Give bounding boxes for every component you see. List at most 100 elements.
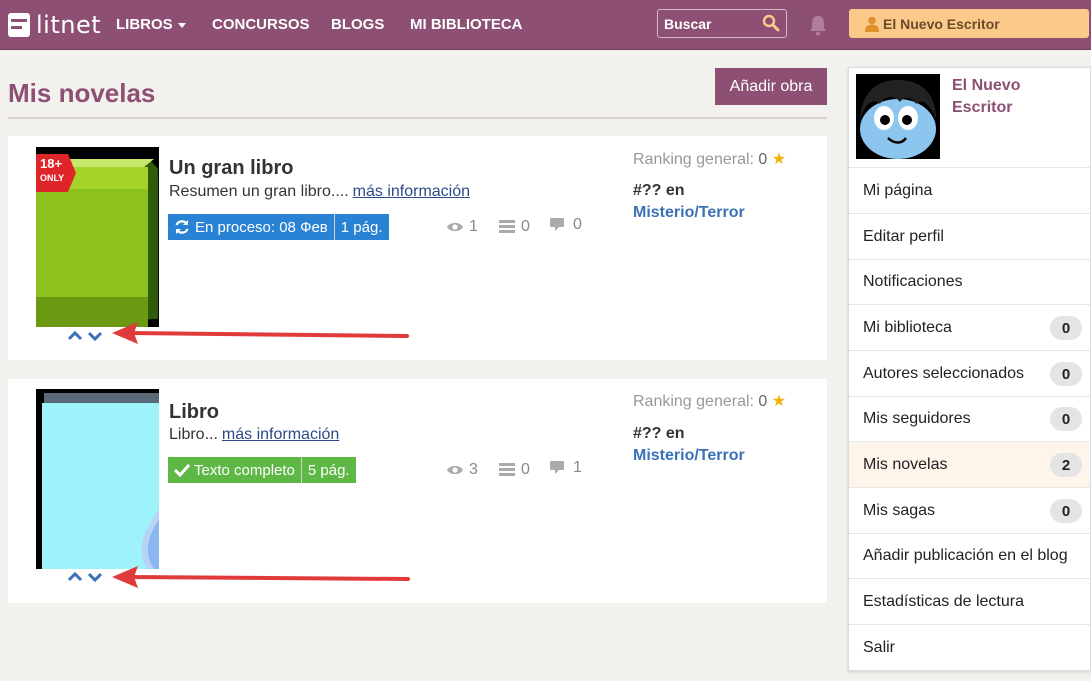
sidebar-item-editar-perfil[interactable]: Editar perfil — [849, 214, 1090, 260]
page-title: Mis novelas — [8, 78, 156, 108]
status-badge: En proceso: 08 Фев 1 pág. — [168, 214, 389, 240]
count-badge: 2 — [1050, 453, 1082, 477]
move-up-icon[interactable] — [68, 572, 82, 582]
sidebar-item-estadisticas[interactable]: Estadísticas de lectura — [849, 579, 1090, 625]
sidebar-item-mis-novelas[interactable]: Mis novelas 2 — [849, 442, 1090, 488]
age-badge-top: 18+ — [40, 156, 63, 171]
ranking-value: 0 — [758, 393, 768, 410]
sidebar-item-label: Mi página — [863, 181, 933, 199]
search-icon[interactable] — [762, 14, 780, 32]
search-input[interactable] — [658, 10, 758, 37]
comment-icon — [550, 461, 564, 474]
page-count: 5 pág. — [301, 457, 356, 483]
logo-text: litnet — [36, 11, 102, 39]
sidebar-item-label: Salir — [863, 639, 896, 656]
logo[interactable]: litnet — [8, 10, 101, 40]
views-count: 1 — [469, 218, 478, 235]
views-count: 3 — [469, 461, 478, 478]
move-down-icon[interactable] — [88, 331, 102, 341]
top-navbar: litnet LIBROS CONCURSOS BLOGS MI BIBLIOT… — [0, 0, 1091, 50]
book-summary: Libro... más información — [169, 426, 339, 444]
ranking: Ranking general: 0 ★ — [633, 391, 786, 411]
check-icon — [174, 463, 190, 477]
sidebar-item-label: Autores seleccionados — [863, 364, 1024, 382]
bell-icon[interactable] — [808, 14, 828, 36]
sidebar-item-label: Mis novelas — [863, 455, 948, 473]
star-icon: ★ — [771, 393, 787, 410]
user-sidebar: El Nuevo Escritor Mi página Editar perfi… — [848, 67, 1091, 671]
reorder-controls — [68, 572, 102, 582]
logo-icon — [8, 13, 30, 37]
nav-blogs[interactable]: BLOGS — [331, 16, 384, 33]
refresh-icon — [175, 220, 189, 234]
user-icon — [865, 16, 879, 32]
sidebar-item-label: Mis seguidores — [863, 409, 971, 427]
sidebar-item-label: Estadísticas de lectura — [863, 592, 1024, 610]
genre-link[interactable]: Misterio/Terror — [633, 204, 745, 222]
library-stat: 0 — [498, 461, 530, 479]
views-stat: 1 — [446, 218, 478, 236]
status-label: En proceso: 08 Фев — [168, 214, 334, 240]
move-down-icon[interactable] — [88, 572, 102, 582]
library-icon — [499, 220, 515, 233]
sidebar-item-label: Editar perfil — [863, 227, 944, 245]
status-label: Texto completo — [168, 457, 301, 483]
sidebar-item-salir[interactable]: Salir — [849, 625, 1090, 671]
sidebar-item-autores-seleccionados[interactable]: Autores seleccionados 0 — [849, 351, 1090, 397]
genre-position: #?? en — [633, 425, 685, 442]
status-badge: Texto completo 5 pág. — [168, 457, 356, 483]
book-summary: Resumen un gran libro.... más información — [169, 183, 470, 201]
ranking-value: 0 — [758, 151, 768, 168]
chevron-down-icon — [177, 22, 186, 28]
eye-icon — [447, 222, 463, 232]
status-text: En proceso: 08 Фев — [195, 218, 328, 236]
add-work-button[interactable]: Añadir obra — [715, 68, 827, 105]
book-title[interactable]: Libro — [169, 401, 219, 424]
more-info-link[interactable]: más información — [222, 426, 339, 443]
library-icon — [499, 463, 515, 476]
search-box — [657, 9, 787, 38]
book-card: Libro Libro... más información Texto comp… — [8, 379, 827, 603]
star-icon: ★ — [771, 151, 787, 168]
sidebar-item-label: Mi biblioteca — [863, 318, 952, 336]
status-text: Texto completo — [194, 461, 295, 479]
nav-libros[interactable]: LIBROS — [116, 16, 186, 33]
count-badge: 0 — [1050, 316, 1082, 340]
library-count: 0 — [521, 218, 530, 235]
book-cover[interactable] — [36, 389, 159, 569]
book-cover[interactable]: 18+ ONLY — [36, 147, 159, 327]
page-count: 1 pág. — [334, 214, 389, 240]
more-info-link[interactable]: más información — [353, 183, 470, 200]
eye-icon — [447, 465, 463, 475]
divider — [8, 117, 827, 119]
count-badge: 0 — [1050, 362, 1082, 386]
user-name-label: El Nuevo Escritor — [883, 15, 1000, 32]
genre-link[interactable]: Misterio/Terror — [633, 447, 745, 465]
sidebar-item-mis-seguidores[interactable]: Mis seguidores 0 — [849, 396, 1090, 442]
nav-mi-biblioteca[interactable]: MI BIBLIOTECA — [410, 16, 523, 33]
comments-count: 0 — [573, 216, 582, 233]
profile-name[interactable]: El Nuevo Escritor — [952, 75, 1072, 119]
ranking-label: Ranking general: — [633, 151, 754, 168]
profile-header: El Nuevo Escritor — [849, 68, 1090, 168]
summary-text: Libro... — [169, 426, 218, 443]
count-badge: 0 — [1050, 407, 1082, 431]
nav-libros-label: LIBROS — [116, 16, 173, 33]
sidebar-item-mi-pagina[interactable]: Mi página — [849, 168, 1090, 214]
sidebar-item-notificaciones[interactable]: Notificaciones — [849, 259, 1090, 305]
move-up-icon[interactable] — [68, 331, 82, 341]
avatar[interactable] — [856, 74, 940, 159]
sidebar-item-label: Notificaciones — [863, 272, 963, 290]
sidebar-item-anadir-publicacion[interactable]: Añadir publicación en el blog — [849, 533, 1090, 579]
age-badge-bottom: ONLY — [40, 173, 65, 183]
summary-text: Resumen un gran libro.... — [169, 183, 349, 200]
user-menu-button[interactable]: El Nuevo Escritor — [849, 9, 1089, 38]
ranking-label: Ranking general: — [633, 393, 754, 410]
sidebar-item-mis-sagas[interactable]: Mis sagas 0 — [849, 488, 1090, 534]
count-badge: 0 — [1050, 499, 1082, 523]
ranking: Ranking general: 0 ★ — [633, 149, 786, 169]
nav-concursos[interactable]: CONCURSOS — [212, 16, 310, 33]
reorder-controls — [68, 331, 102, 341]
book-title[interactable]: Un gran libro — [169, 157, 293, 180]
sidebar-item-mi-biblioteca[interactable]: Mi biblioteca 0 — [849, 305, 1090, 351]
